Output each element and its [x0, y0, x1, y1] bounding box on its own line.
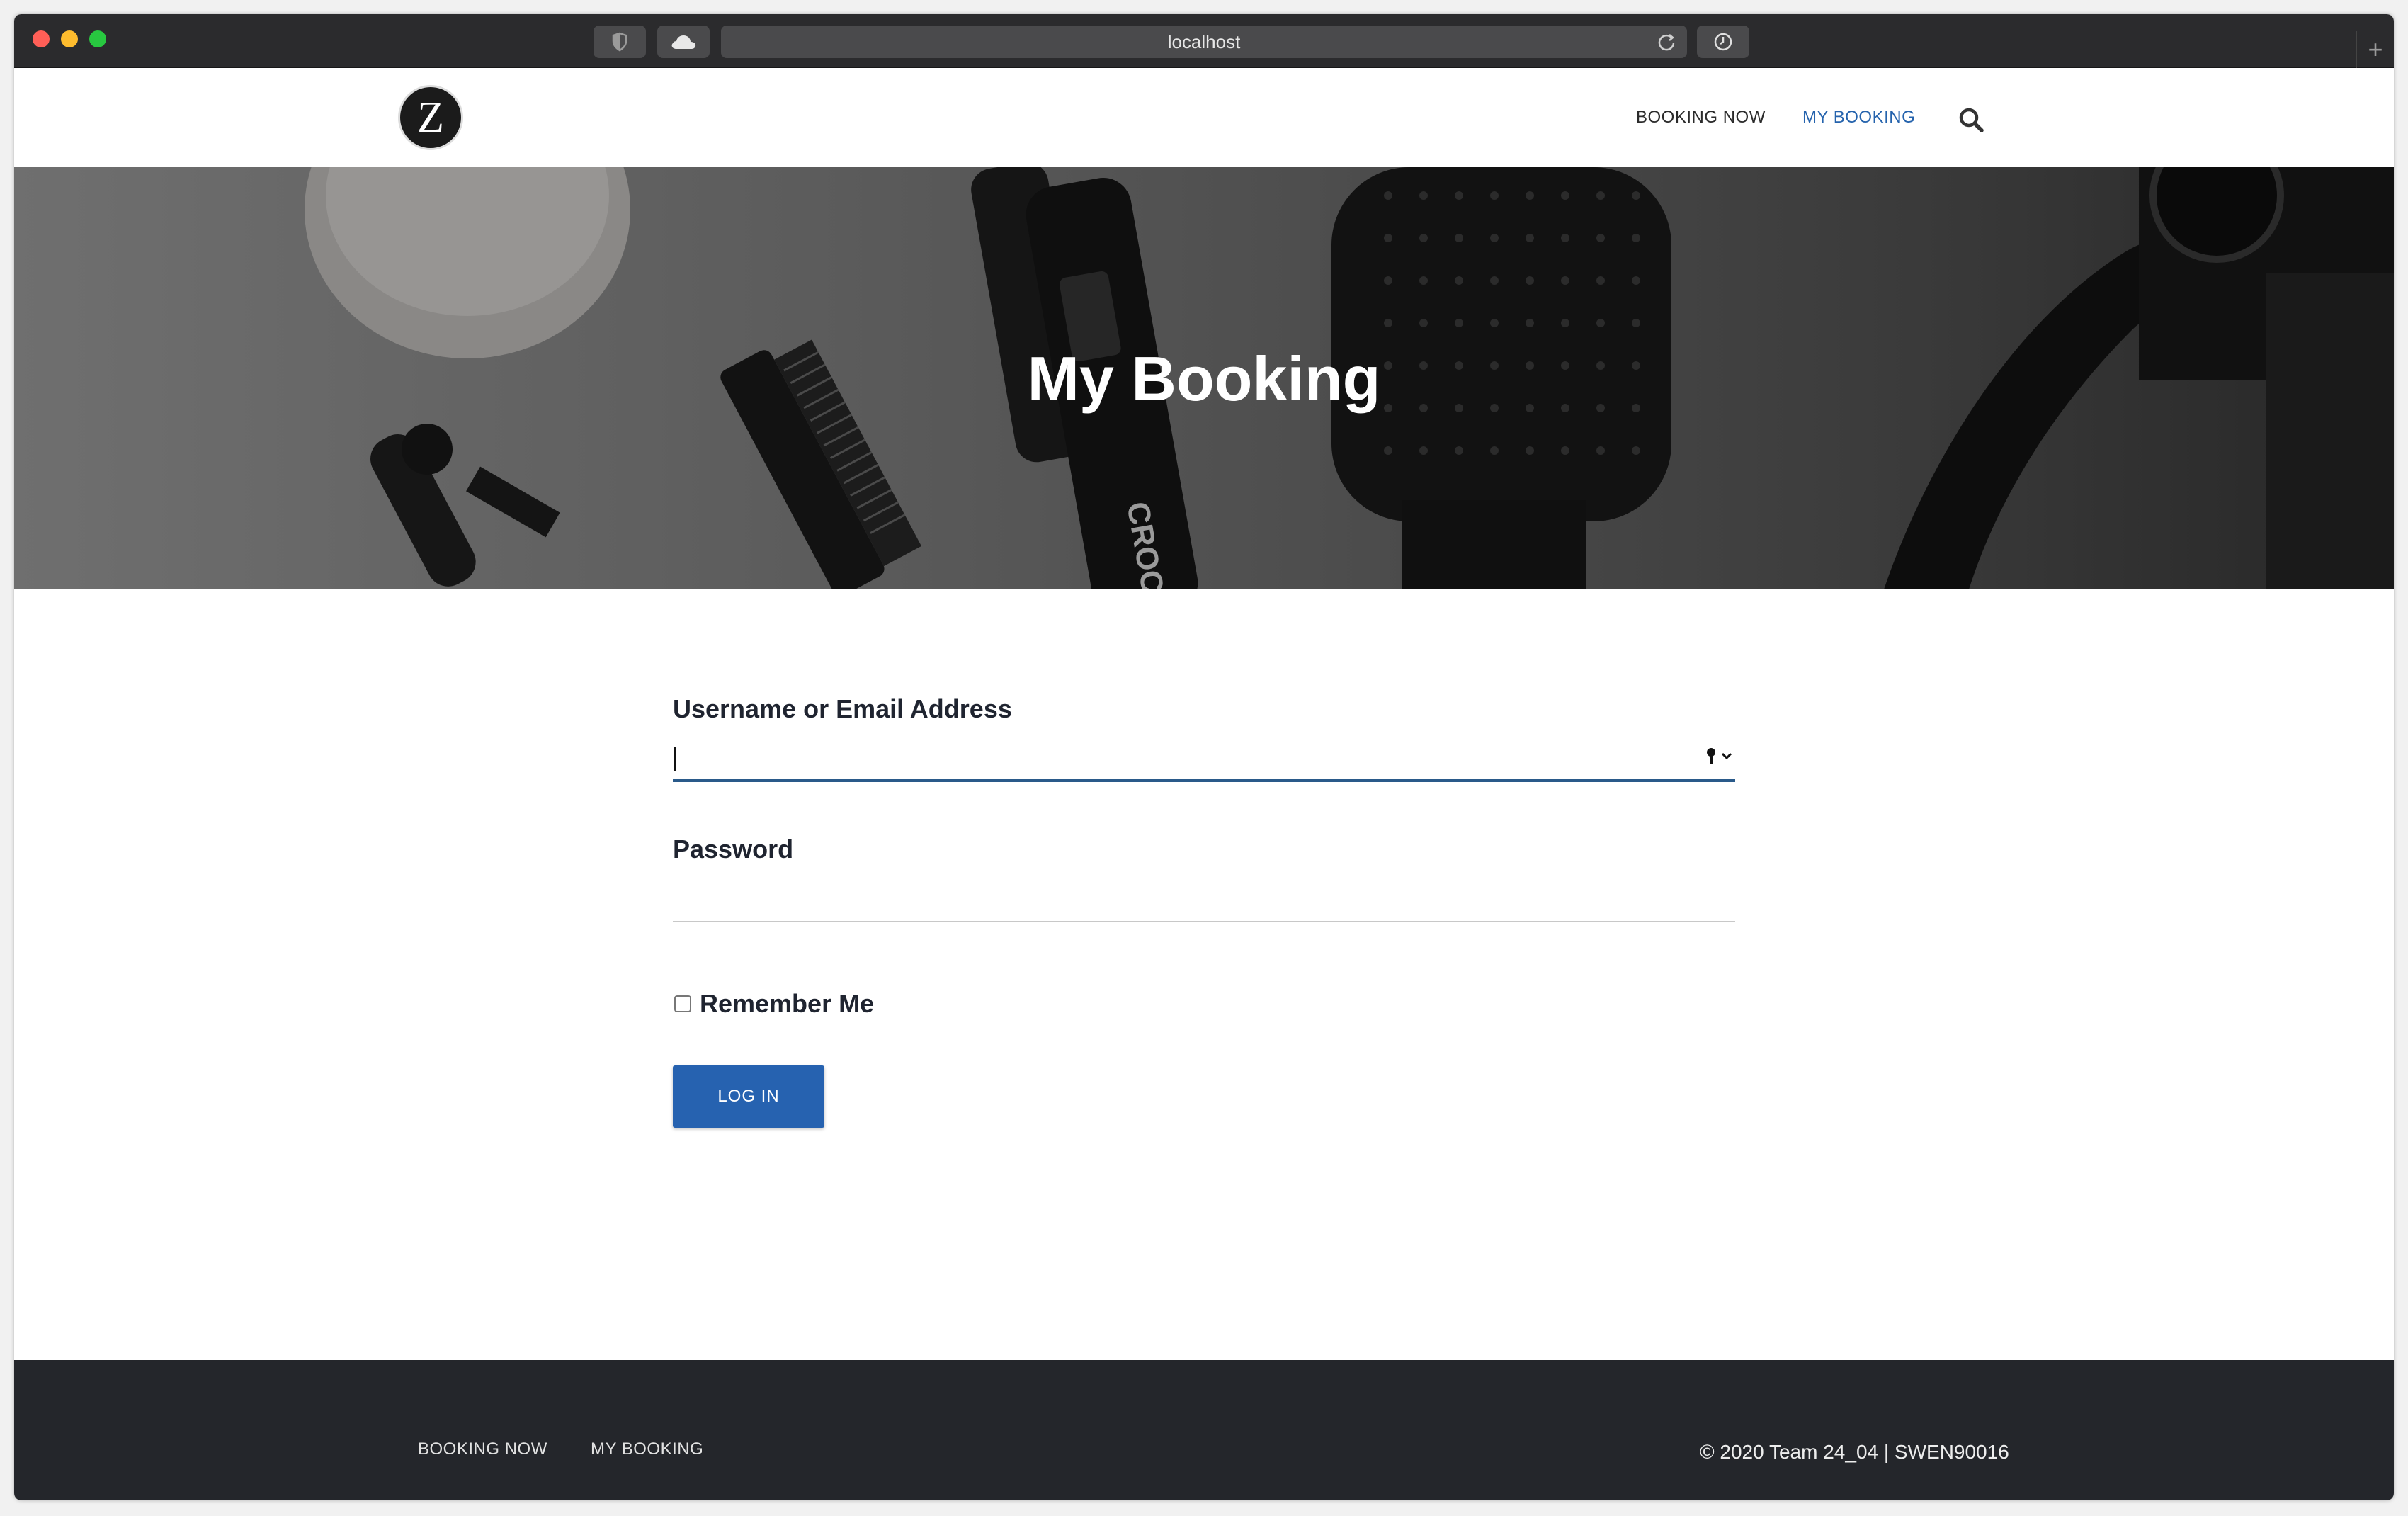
- footer-copyright: © 2020 Team 24_04 | SWEN90016: [1700, 1441, 2009, 1463]
- icloud-tabs-button[interactable]: [657, 26, 710, 58]
- remember-me-checkbox[interactable]: [674, 995, 691, 1012]
- remember-me-row: Remember Me: [673, 989, 874, 1019]
- search-icon[interactable]: [1958, 106, 1986, 135]
- history-button[interactable]: [1697, 26, 1749, 58]
- username-label: Username or Email Address: [673, 694, 1012, 723]
- nav-booking-now[interactable]: BOOKING NOW: [1636, 108, 1766, 128]
- footer-link-booking-now[interactable]: BOOKING NOW: [418, 1439, 547, 1459]
- nav-my-booking[interactable]: MY BOOKING: [1802, 108, 1915, 128]
- site-header: Z BOOKING NOW MY BOOKING: [14, 68, 2394, 167]
- browser-window: localhost + Z BOOKING NOW MY BOOKING CRO…: [14, 14, 2394, 1500]
- plus-icon: +: [2368, 35, 2383, 64]
- password-input[interactable]: [673, 876, 1735, 922]
- page-title: My Booking: [1027, 344, 1381, 414]
- site-footer: BOOKING NOW MY BOOKING © 2020 Team 24_04…: [14, 1360, 2394, 1500]
- text-caret: [674, 747, 676, 771]
- remember-me-label[interactable]: Remember Me: [700, 989, 874, 1019]
- maximize-window-button[interactable]: [89, 30, 106, 47]
- url-text: localhost: [1167, 30, 1241, 52]
- keychain-autofill-icon[interactable]: [1705, 745, 1734, 768]
- login-button[interactable]: LOG IN: [673, 1065, 824, 1128]
- username-input[interactable]: [673, 734, 1735, 782]
- clock-icon: [1714, 33, 1732, 51]
- hero-banner: CROC My Booking: [14, 167, 2394, 589]
- privacy-shield-button[interactable]: [594, 26, 646, 58]
- cloud-icon: [671, 35, 696, 49]
- browser-titlebar: localhost +: [14, 14, 2394, 68]
- logo-letter: Z: [417, 93, 444, 142]
- minimize-window-button[interactable]: [61, 30, 78, 47]
- shield-icon: [612, 32, 627, 52]
- new-tab-button[interactable]: +: [2356, 31, 2394, 68]
- address-bar[interactable]: localhost: [721, 26, 1687, 58]
- reload-icon[interactable]: [1656, 31, 1677, 52]
- close-window-button[interactable]: [33, 30, 50, 47]
- site-logo[interactable]: Z: [398, 85, 463, 150]
- footer-link-my-booking[interactable]: MY BOOKING: [591, 1439, 703, 1459]
- password-label: Password: [673, 835, 794, 864]
